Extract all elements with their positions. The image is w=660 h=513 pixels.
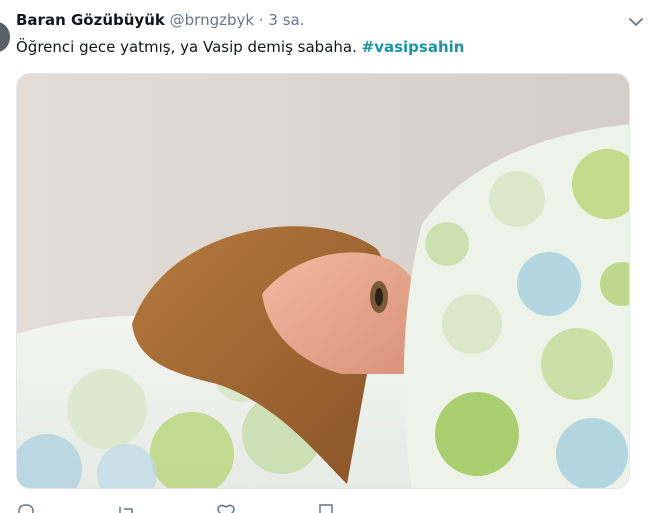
tweet-header: Baran Gözübüyük @brngzbyk · 3 sa. (16, 10, 305, 30)
heart-icon[interactable] (216, 502, 236, 513)
hashtag-link[interactable]: #vasipsahin (362, 38, 465, 56)
tweet-text: Öğrenci gece yatmış, ya Vasip demiş saba… (16, 36, 464, 58)
tweet-image[interactable] (16, 73, 630, 489)
photo-woman-under-blanket (17, 74, 629, 488)
tweet[interactable]: Baran Gözübüyük @brngzbyk · 3 sa. Öğrenc… (0, 0, 660, 513)
author-name[interactable]: Baran Gözübüyük (16, 11, 165, 29)
tweet-time[interactable]: 3 sa. (268, 11, 304, 29)
share-icon[interactable] (316, 502, 336, 513)
reply-icon[interactable] (16, 502, 36, 513)
action-bar (16, 502, 416, 513)
retweet-icon[interactable] (116, 502, 136, 513)
avatar[interactable] (0, 22, 10, 52)
author-handle[interactable]: @brngzbyk (170, 11, 254, 29)
separator: · (258, 11, 264, 29)
tweet-body: Öğrenci gece yatmış, ya Vasip demiş saba… (16, 38, 357, 56)
chevron-down-icon[interactable] (628, 14, 644, 30)
